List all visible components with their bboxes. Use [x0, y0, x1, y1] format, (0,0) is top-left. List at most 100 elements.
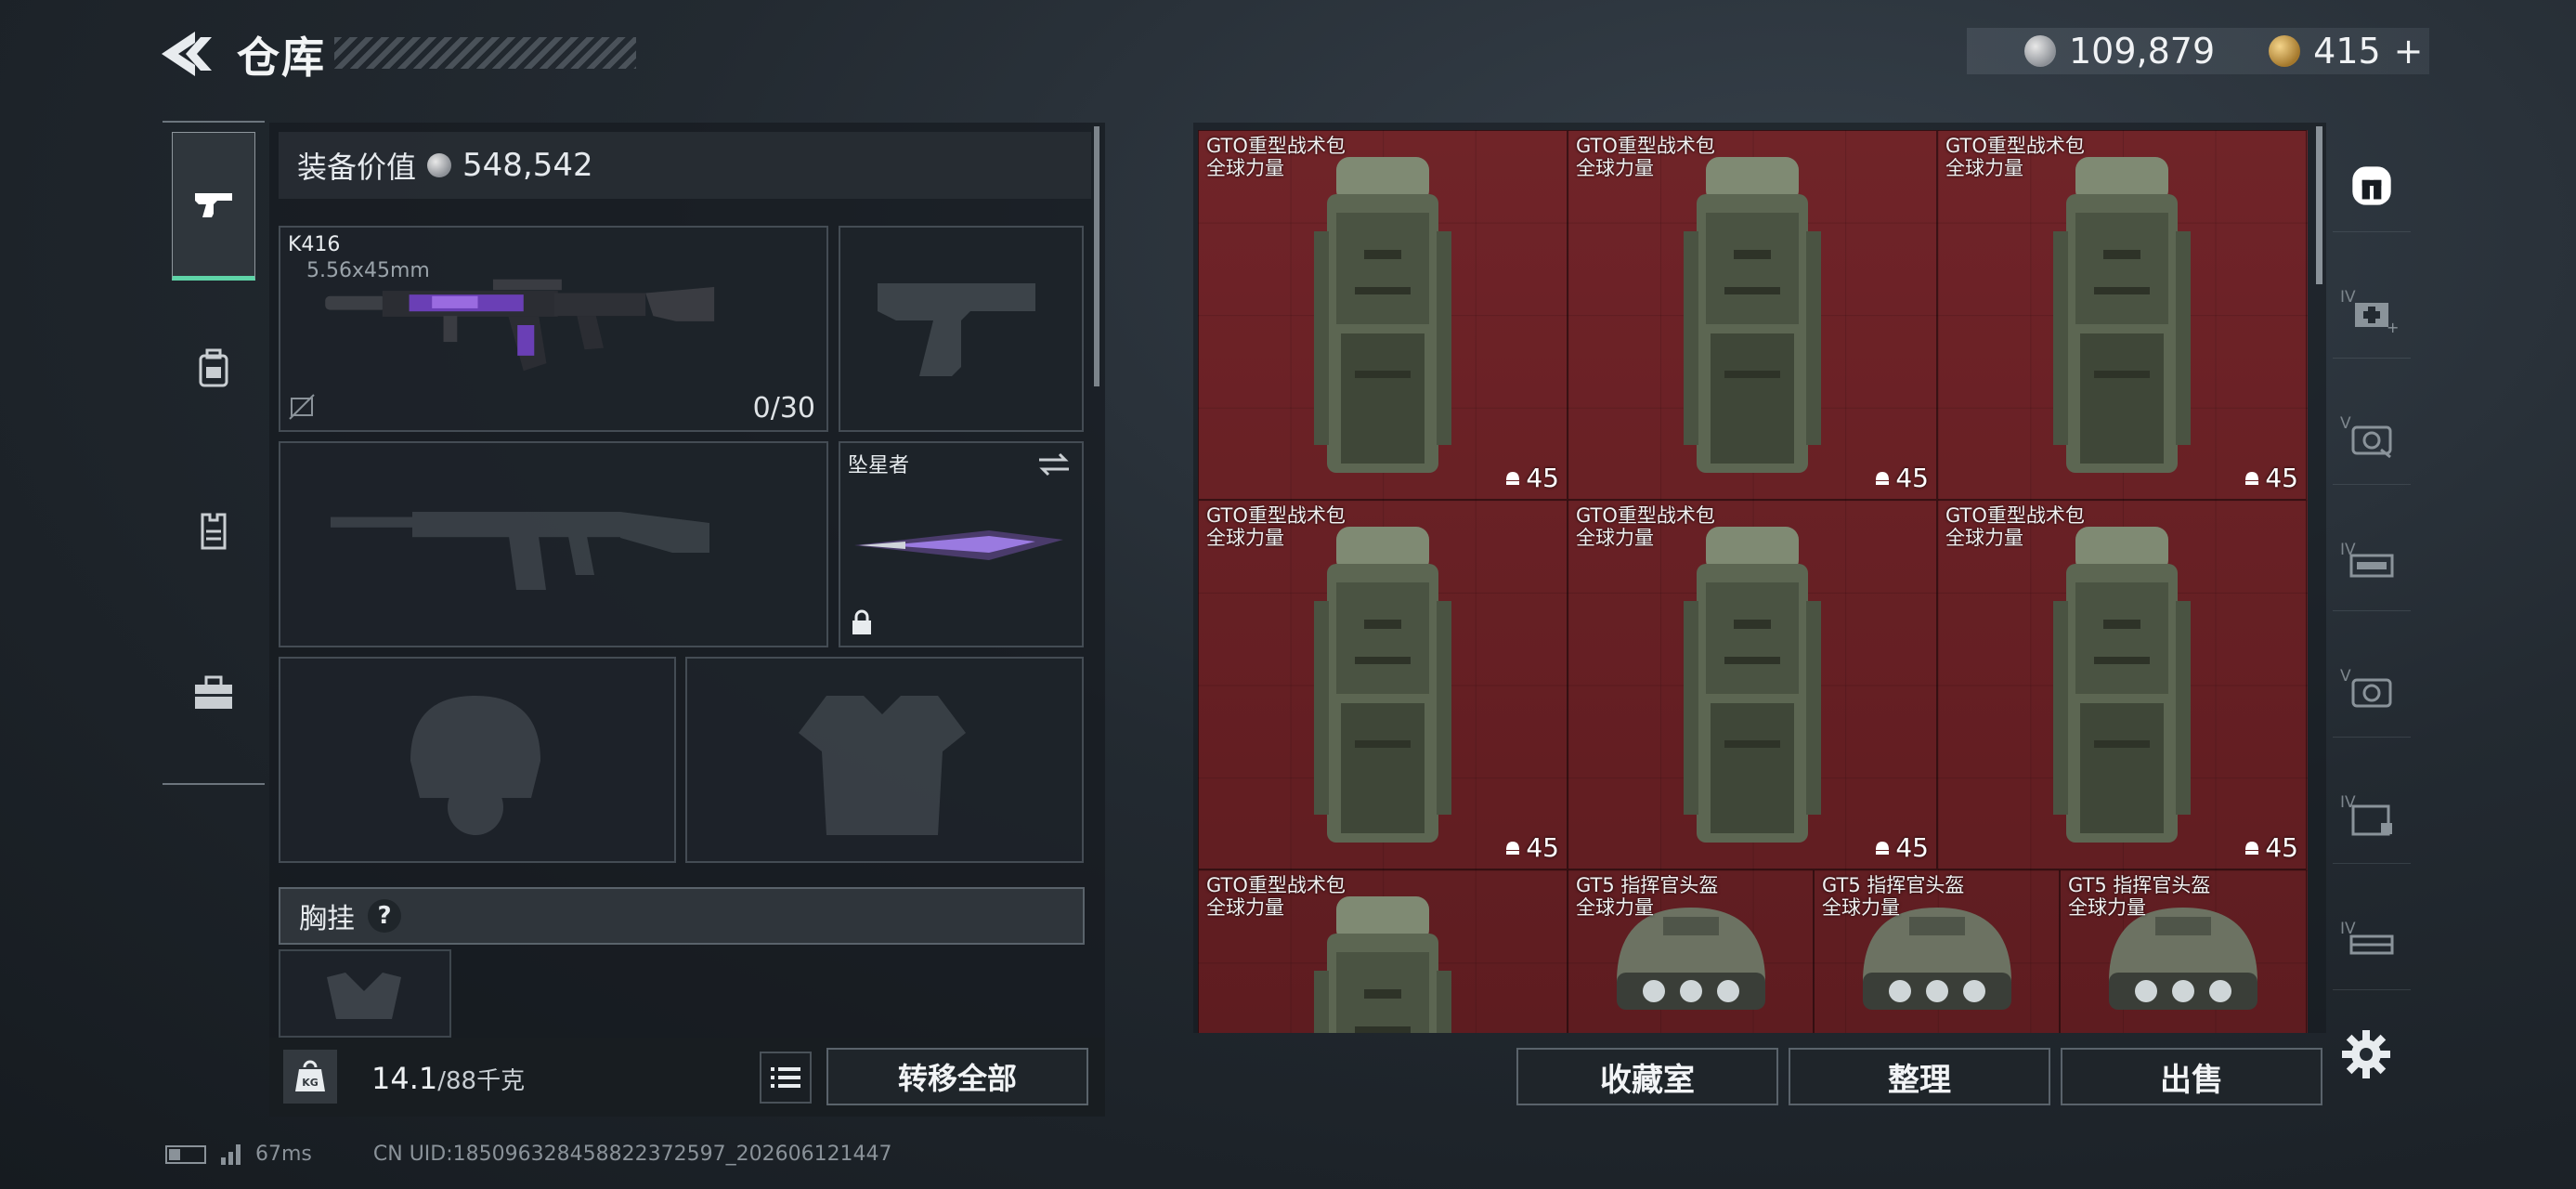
- filter-container[interactable]: IV: [2333, 771, 2411, 864]
- back-arrow-icon[interactable]: [158, 28, 223, 80]
- rifle-icon: [325, 279, 715, 372]
- helmet-slot[interactable]: [279, 657, 676, 863]
- equipment-value-label: 装备价值: [297, 150, 417, 185]
- item-brand: 全球力量: [1945, 527, 2023, 549]
- swap-icon[interactable]: [1037, 451, 1071, 478]
- filter-weapon-case[interactable]: IV: [2333, 518, 2411, 611]
- currency-bar: 109,879 415 +: [1967, 28, 2429, 74]
- armor-slot[interactable]: [685, 657, 1084, 863]
- helmet-placeholder-icon: [410, 696, 540, 835]
- item-durability: 45: [1873, 832, 1929, 863]
- tier-label: IV: [2340, 920, 2356, 938]
- pistol-slot[interactable]: [839, 226, 1084, 432]
- item-name: GTO重型战术包 全球力量: [1206, 135, 1346, 179]
- nav-item-weapons[interactable]: [172, 132, 255, 281]
- ammo-case-icon: [2351, 678, 2392, 707]
- tier-label: IV: [2340, 541, 2356, 559]
- storage-grid: GTO重型战术包 全球力量 45 GTO重型战术包 全球力量 45 GTO重型战术包 全球力量…: [1198, 130, 2308, 1033]
- item-title: GTO重型战术包: [1576, 135, 1715, 157]
- storage-item-backpack[interactable]: GTO重型战术包 全球力量 45: [1937, 130, 2307, 500]
- vest-icon: [201, 513, 227, 550]
- chest-rig-slot[interactable]: [279, 949, 451, 1038]
- item-name: GTO重型战术包 全球力量: [1206, 874, 1346, 919]
- nav-item-vest[interactable]: [172, 457, 255, 606]
- gold-coin-icon: [2269, 35, 2301, 67]
- item-title: GT5 指挥官头盔: [1822, 874, 1965, 896]
- signal-icon: [221, 1143, 241, 1165]
- knife-icon: [854, 530, 1063, 560]
- gear-icon[interactable]: [2340, 1028, 2392, 1080]
- storage-item-backpack[interactable]: GTO重型战术包 全球力量 45: [1198, 130, 1568, 500]
- chest-rig-header: 胸挂 ?: [279, 887, 1085, 945]
- filter-ammo-case[interactable]: V: [2333, 645, 2411, 738]
- melee-name: 坠星者: [848, 454, 910, 477]
- list-view-button[interactable]: [760, 1052, 812, 1104]
- equipment-value: 548,542: [462, 147, 593, 184]
- storage-scrollbar[interactable]: [2316, 126, 2322, 284]
- ammo-box-icon: [2351, 425, 2392, 458]
- add-gold-button[interactable]: +: [2394, 31, 2424, 72]
- equipment-scrollbar[interactable]: [1094, 126, 1099, 386]
- backpack-item-icon: [2053, 527, 2191, 843]
- item-durability: 45: [1873, 463, 1929, 493]
- transfer-all-button[interactable]: 转移全部: [826, 1048, 1088, 1105]
- item-count: 45: [1526, 832, 1559, 863]
- storage-item-backpack[interactable]: GTO重型战术包 全球力量 45: [1198, 500, 1568, 869]
- equipment-value-row: 装备价值 548,542: [279, 132, 1091, 199]
- tier-label: V: [2340, 414, 2351, 433]
- item-brand: 全球力量: [1206, 896, 1284, 919]
- weight-capacity: /88千克: [437, 1067, 526, 1095]
- item-count: 45: [1895, 463, 1929, 493]
- kg-label: KG: [302, 1077, 319, 1089]
- item-title: GTO重型战术包: [1945, 135, 2085, 157]
- collection-room-button[interactable]: 收藏室: [1516, 1048, 1778, 1105]
- durability-icon: [2245, 841, 2259, 855]
- primary-weapon-slot[interactable]: K416 5.56x45mm 0/30: [279, 226, 828, 432]
- item-name: GTO重型战术包 全球力量: [1206, 504, 1346, 549]
- filter-crate[interactable]: IV: [2333, 897, 2411, 990]
- storage-item-backpack[interactable]: GTO重型战术包 全球力量 45: [1937, 500, 2307, 869]
- item-name: GTO重型战术包 全球力量: [1945, 135, 2085, 179]
- melee-slot[interactable]: 坠星者: [839, 441, 1084, 647]
- filter-medkit[interactable]: IV +: [2333, 266, 2411, 359]
- storage-item-backpack[interactable]: GTO重型战术包 全球力量: [1198, 869, 1568, 1033]
- category-nav: [163, 121, 265, 785]
- armor-placeholder-icon: [799, 696, 966, 835]
- item-title: GTO重型战术包: [1206, 504, 1346, 527]
- secondary-weapon-slot[interactable]: [279, 441, 828, 647]
- tier-label: IV: [2340, 288, 2356, 307]
- battery-icon: [165, 1144, 206, 1164]
- user-uid: CN UID:18509632845882237259​7_2026061214…: [372, 1143, 892, 1166]
- backpack-item-icon: [1684, 527, 1821, 843]
- gold-balance: 415: [2313, 31, 2381, 72]
- item-title: GTO重型战术包: [1576, 504, 1715, 527]
- filter-all-items[interactable]: [2333, 139, 2411, 232]
- backpack-item-icon: [2053, 157, 2191, 473]
- item-brand: 全球力量: [2068, 896, 2146, 919]
- title-decoration: [334, 37, 636, 69]
- page-title: 仓库: [237, 33, 326, 83]
- durability-icon: [1876, 841, 1890, 855]
- storage-item-backpack[interactable]: GTO重型战术包 全球力量 45: [1568, 500, 1937, 869]
- item-name: GT5 指挥官头盔 全球力量: [1822, 874, 1964, 919]
- toolbox-icon: [195, 675, 232, 709]
- item-brand: 全球力量: [1576, 527, 1654, 549]
- nav-item-backpack[interactable]: [172, 294, 255, 443]
- tier-label: V: [2340, 667, 2351, 686]
- backpack-item-icon: [1314, 527, 1451, 843]
- svg-text:+: +: [2387, 319, 2399, 336]
- backpack-item-icon: [1684, 157, 1821, 473]
- storage-filter-bar: IV + V IV V IV IV: [2333, 121, 2411, 1013]
- filter-ammo-box[interactable]: V: [2333, 392, 2411, 485]
- organize-button[interactable]: 整理: [1789, 1048, 2050, 1105]
- help-icon[interactable]: ?: [368, 899, 401, 933]
- storage-item-helmet[interactable]: GT5 指挥官头盔 全球力量: [1814, 869, 2060, 1033]
- storage-item-helmet[interactable]: GT5 指挥官头盔 全球力量: [2060, 869, 2307, 1033]
- storage-item-backpack[interactable]: GTO重型战术包 全球力量 45: [1568, 130, 1937, 500]
- sell-button[interactable]: 出售: [2061, 1048, 2322, 1105]
- chest-rig-label: 胸挂: [299, 903, 355, 935]
- weight-kg-icon: KG: [283, 1050, 337, 1104]
- storage-item-helmet[interactable]: GT5 指挥官头盔 全球力量: [1568, 869, 1814, 1033]
- item-brand: 全球力量: [1206, 157, 1284, 179]
- nav-item-supplies[interactable]: [172, 620, 255, 768]
